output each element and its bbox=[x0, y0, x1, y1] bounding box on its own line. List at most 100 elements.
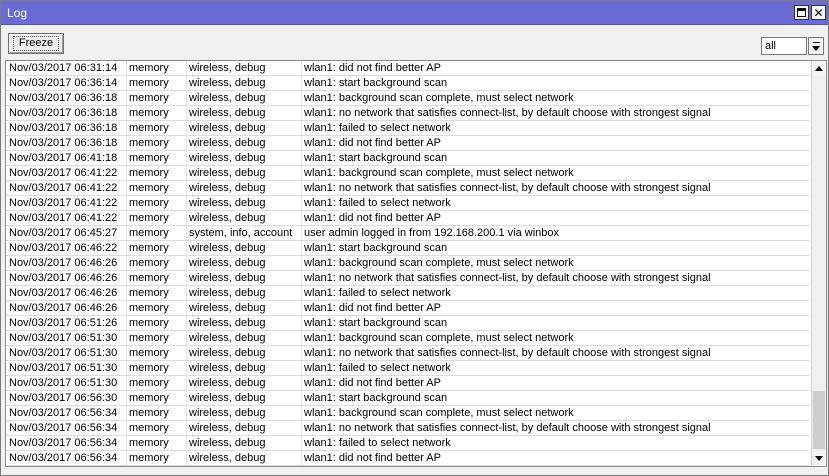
log-topics: wireless, debug bbox=[189, 437, 266, 449]
log-row[interactable]: Nov/03/2017 06:36:18 memory wireless, debu… bbox=[6, 106, 809, 121]
log-message: wlan1: background scan complete, must se… bbox=[304, 257, 574, 269]
log-row[interactable]: Nov/03/2017 06:51:26 memory wireless, debu… bbox=[6, 316, 809, 331]
log-message: wlan1: start background scan bbox=[304, 317, 448, 329]
log-topics: wireless, debug bbox=[189, 257, 266, 269]
log-message: wlan1: no network that satisfies connect… bbox=[304, 272, 711, 284]
filter-dropdown-button[interactable] bbox=[808, 37, 824, 55]
log-row[interactable]: Nov/03/2017 06:46:26 memory wireless, debu… bbox=[6, 256, 809, 271]
log-row[interactable]: Nov/03/2017 06:51:30 memory wireless, debu… bbox=[6, 331, 809, 346]
log-buffer: memory bbox=[129, 92, 169, 104]
log-buffer: memory bbox=[129, 302, 169, 314]
log-row[interactable]: Nov/03/2017 06:46:26 memory wireless, debu… bbox=[6, 286, 809, 301]
log-row[interactable]: Nov/03/2017 06:56:34 memory wireless, debu… bbox=[6, 421, 809, 436]
log-message: wlan1: failed to select network bbox=[304, 122, 451, 134]
log-topics: wireless, debug bbox=[189, 317, 266, 329]
log-row[interactable]: Nov/03/2017 06:41:22 memory wireless, debu… bbox=[6, 181, 809, 196]
log-message: wlan1: did not find better AP bbox=[304, 137, 441, 149]
log-topics: wireless, debug bbox=[189, 422, 266, 434]
log-buffer: memory bbox=[129, 152, 169, 164]
log-time: Nov/03/2017 06:46:22 bbox=[9, 242, 118, 254]
log-time: Nov/03/2017 06:41:22 bbox=[9, 212, 118, 224]
log-topics: system, info, account bbox=[189, 227, 293, 239]
log-row[interactable]: Nov/03/2017 06:41:22 memory wireless, debu… bbox=[6, 196, 809, 211]
log-time: Nov/03/2017 06:56:34 bbox=[9, 437, 118, 449]
log-time: Nov/03/2017 06:41:18 bbox=[9, 152, 118, 164]
log-row[interactable]: Nov/03/2017 06:51:30 memory wireless, debu… bbox=[6, 376, 809, 391]
log-rows: Nov/03/2017 06:31:14 memory wireless, debu… bbox=[6, 61, 809, 466]
log-topics: wireless, debug bbox=[189, 287, 266, 299]
log-topics: wireless, debug bbox=[189, 152, 266, 164]
log-row[interactable]: Nov/03/2017 06:56:34 memory wireless, debu… bbox=[6, 436, 809, 451]
log-time: Nov/03/2017 06:51:30 bbox=[9, 362, 118, 374]
log-message: wlan1: no network that satisfies connect… bbox=[304, 182, 711, 194]
log-row[interactable]: Nov/03/2017 06:56:34 memory wireless, debu… bbox=[6, 406, 809, 421]
log-topics: wireless, debug bbox=[189, 77, 266, 89]
scroll-down-button[interactable] bbox=[812, 451, 826, 466]
log-topics: wireless, debug bbox=[189, 107, 266, 119]
log-buffer: memory bbox=[129, 167, 169, 179]
log-row[interactable]: Nov/03/2017 06:41:22 memory wireless, debu… bbox=[6, 166, 809, 181]
log-message: wlan1: background scan complete, must se… bbox=[304, 92, 574, 104]
log-message: wlan1: start background scan bbox=[304, 77, 448, 89]
log-buffer: memory bbox=[129, 137, 169, 149]
log-row[interactable]: Nov/03/2017 06:41:22 memory wireless, debu… bbox=[6, 211, 809, 226]
maximize-button[interactable] bbox=[794, 5, 809, 20]
log-row[interactable]: Nov/03/2017 06:46:26 memory wireless, debu… bbox=[6, 301, 809, 316]
close-icon: ✕ bbox=[813, 5, 824, 20]
log-topics: wireless, debug bbox=[189, 212, 266, 224]
log-time: Nov/03/2017 06:56:34 bbox=[9, 407, 118, 419]
log-row[interactable]: Nov/03/2017 06:56:30 memory wireless, debu… bbox=[6, 391, 809, 406]
arrow-down-icon bbox=[815, 456, 823, 461]
log-row[interactable]: Nov/03/2017 06:51:30 memory wireless, debu… bbox=[6, 346, 809, 361]
log-time: Nov/03/2017 06:46:26 bbox=[9, 302, 118, 314]
log-row[interactable]: Nov/03/2017 06:56:34 memory wireless, debu… bbox=[6, 451, 809, 466]
log-list[interactable]: Nov/03/2017 06:31:14 memory wireless, debu… bbox=[5, 60, 827, 467]
log-time: Nov/03/2017 06:36:18 bbox=[9, 107, 118, 119]
freeze-button[interactable]: Freeze bbox=[8, 33, 64, 54]
log-row[interactable]: Nov/03/2017 06:45:27 memory system, info, … bbox=[6, 226, 809, 241]
log-topics: wireless, debug bbox=[189, 182, 266, 194]
log-topics: wireless, debug bbox=[189, 392, 266, 404]
log-buffer: memory bbox=[129, 347, 169, 359]
log-time: Nov/03/2017 06:45:27 bbox=[9, 227, 118, 239]
log-message: wlan1: did not find better AP bbox=[304, 62, 441, 74]
log-row[interactable]: Nov/03/2017 06:46:26 memory wireless, debu… bbox=[6, 271, 809, 286]
log-buffer: memory bbox=[129, 362, 169, 374]
scroll-up-button[interactable] bbox=[812, 61, 826, 76]
log-topics: wireless, debug bbox=[189, 62, 266, 74]
log-buffer: memory bbox=[129, 422, 169, 434]
freeze-button-label: Freeze bbox=[12, 36, 60, 51]
filter-dropdown-bar bbox=[813, 42, 820, 43]
log-time: Nov/03/2017 06:41:22 bbox=[9, 167, 118, 179]
log-time: Nov/03/2017 06:41:22 bbox=[9, 182, 118, 194]
log-message: wlan1: background scan complete, must se… bbox=[304, 332, 574, 344]
log-message: wlan1: did not find better AP bbox=[304, 212, 441, 224]
log-topics: wireless, debug bbox=[189, 92, 266, 104]
log-message: wlan1: no network that satisfies connect… bbox=[304, 107, 711, 119]
log-buffer: memory bbox=[129, 227, 169, 239]
log-time: Nov/03/2017 06:46:26 bbox=[9, 272, 118, 284]
log-time: Nov/03/2017 06:36:18 bbox=[9, 92, 118, 104]
log-row[interactable]: Nov/03/2017 06:36:18 memory wireless, debu… bbox=[6, 91, 809, 106]
scrollbar-thumb[interactable] bbox=[813, 391, 825, 449]
log-buffer: memory bbox=[129, 212, 169, 224]
log-buffer: memory bbox=[129, 437, 169, 449]
log-row[interactable]: Nov/03/2017 06:41:18 memory wireless, debu… bbox=[6, 151, 809, 166]
log-time: Nov/03/2017 06:46:26 bbox=[9, 287, 118, 299]
log-row[interactable]: Nov/03/2017 06:51:30 memory wireless, debu… bbox=[6, 361, 809, 376]
log-row[interactable]: Nov/03/2017 06:46:22 memory wireless, debu… bbox=[6, 241, 809, 256]
maximize-icon bbox=[797, 8, 806, 17]
filter-select[interactable]: all bbox=[761, 37, 807, 55]
log-row[interactable]: Nov/03/2017 06:36:18 memory wireless, debu… bbox=[6, 121, 809, 136]
log-message: wlan1: background scan complete, must se… bbox=[304, 407, 574, 419]
close-button[interactable]: ✕ bbox=[811, 5, 826, 20]
log-time: Nov/03/2017 06:46:26 bbox=[9, 257, 118, 269]
log-row[interactable]: Nov/03/2017 06:31:14 memory wireless, debu… bbox=[6, 61, 809, 76]
log-row[interactable]: Nov/03/2017 06:36:18 memory wireless, debu… bbox=[6, 136, 809, 151]
toolbar: Freeze all bbox=[1, 26, 828, 60]
vertical-scrollbar[interactable] bbox=[811, 61, 826, 466]
log-row[interactable]: Nov/03/2017 06:36:14 memory wireless, debu… bbox=[6, 76, 809, 91]
log-message: wlan1: start background scan bbox=[304, 152, 448, 164]
log-buffer: memory bbox=[129, 242, 169, 254]
title-bar[interactable]: Log ✕ bbox=[1, 1, 828, 25]
